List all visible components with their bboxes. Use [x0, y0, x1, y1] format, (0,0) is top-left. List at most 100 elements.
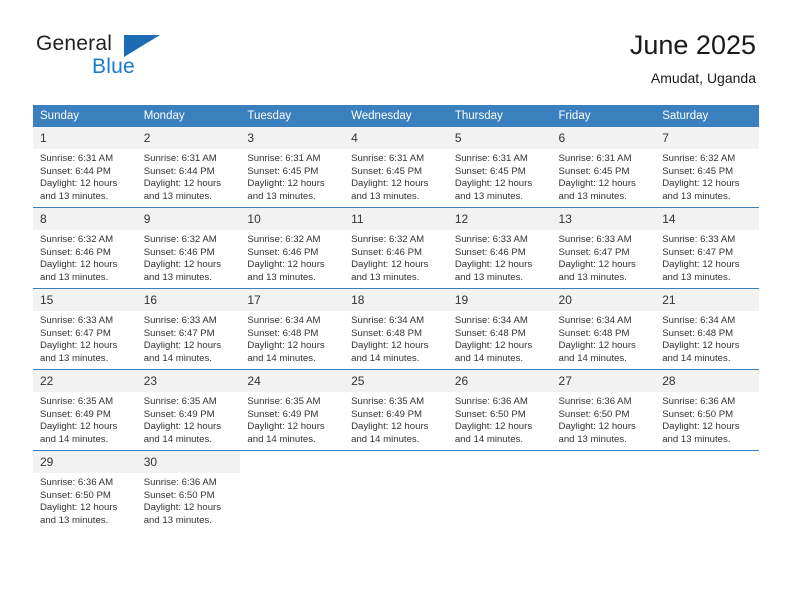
daylight-text-line2: and 13 minutes.	[662, 190, 731, 202]
day-cell[interactable]: 15 Sunrise: 6:33 AM Sunset: 6:47 PM Dayligh…	[33, 288, 137, 370]
day-cell[interactable]: 3 Sunrise: 6:31 AM Sunset: 6:45 PM Daylight…	[240, 127, 345, 208]
sunset-text: Sunset: 6:49 PM	[143, 408, 215, 420]
day-cell-empty	[655, 450, 759, 531]
day-cell[interactable]: 26 Sunrise: 6:36 AM Sunset: 6:50 PM Dayligh…	[447, 369, 552, 451]
daylight-text-line2: and 14 minutes.	[662, 352, 731, 364]
day-number: 15	[33, 289, 137, 311]
calendar-page: General Blue June 2025 Amudat, Uganda Su…	[0, 0, 792, 612]
day-number	[344, 451, 448, 473]
daylight-text-line2: and 13 minutes.	[143, 271, 212, 283]
day-cell[interactable]: 10 Sunrise: 6:32 AM Sunset: 6:46 PM Dayligh…	[240, 207, 345, 289]
day-cell[interactable]: 1 Sunrise: 6:31 AM Sunset: 6:44 PM Daylight…	[33, 127, 137, 208]
day-cell[interactable]: 30 Sunrise: 6:36 AM Sunset: 6:50 PM Dayligh…	[136, 450, 241, 531]
daylight-text-line1: Daylight: 12 hours	[558, 340, 636, 352]
day-info: Sunrise: 6:33 AM Sunset: 6:47 PM Daylight:…	[137, 311, 241, 365]
day-number	[240, 451, 344, 473]
day-number: 2	[136, 127, 241, 149]
day-number: 5	[447, 127, 552, 149]
day-number: 1	[33, 127, 137, 149]
day-number: 12	[447, 208, 552, 230]
day-cell[interactable]: 11 Sunrise: 6:32 AM Sunset: 6:46 PM Dayligh…	[344, 207, 448, 289]
sunrise-text: Sunrise: 6:32 AM	[40, 234, 114, 245]
day-info: Sunrise: 6:36 AM Sunset: 6:50 PM Daylight:…	[137, 473, 241, 527]
sunrise-text: Sunrise: 6:32 AM	[662, 153, 736, 164]
day-cell[interactable]: 19 Sunrise: 6:34 AM Sunset: 6:48 PM Dayligh…	[447, 288, 552, 370]
day-number: 20	[551, 289, 656, 311]
sunset-text: Sunset: 6:50 PM	[558, 408, 630, 420]
day-cell[interactable]: 21 Sunrise: 6:34 AM Sunset: 6:48 PM Dayligh…	[655, 288, 759, 370]
sunrise-text: Sunrise: 6:35 AM	[247, 396, 321, 407]
daylight-text-line2: and 13 minutes.	[662, 271, 731, 283]
sunset-text: Sunset: 6:46 PM	[247, 246, 319, 258]
weekday-header-thursday: Thursday	[447, 105, 552, 127]
day-cell[interactable]: 27 Sunrise: 6:36 AM Sunset: 6:50 PM Dayligh…	[551, 369, 656, 451]
day-info: Sunrise: 6:32 AM Sunset: 6:46 PM Daylight:…	[240, 230, 344, 284]
daylight-text-line2: and 13 minutes.	[454, 190, 524, 202]
daylight-text-line1: Daylight: 12 hours	[351, 259, 429, 271]
sunrise-text: Sunrise: 6:34 AM	[662, 315, 736, 326]
day-cell[interactable]: 9 Sunrise: 6:32 AM Sunset: 6:46 PM Daylight…	[136, 207, 241, 289]
calendar-body: 1 Sunrise: 6:31 AM Sunset: 6:44 PM Daylight…	[33, 127, 759, 531]
day-cell-empty	[240, 450, 345, 531]
sunrise-text: Sunrise: 6:35 AM	[40, 396, 114, 407]
day-cell[interactable]: 16 Sunrise: 6:33 AM Sunset: 6:47 PM Dayligh…	[136, 288, 241, 370]
day-cell-empty	[551, 450, 656, 531]
sunrise-text: Sunrise: 6:36 AM	[662, 396, 736, 407]
day-cell[interactable]: 12 Sunrise: 6:33 AM Sunset: 6:46 PM Dayligh…	[447, 207, 552, 289]
day-number: 3	[240, 127, 345, 149]
day-number: 27	[551, 370, 656, 392]
sunset-text: Sunset: 6:46 PM	[143, 246, 215, 258]
sunrise-text: Sunrise: 6:34 AM	[351, 315, 425, 326]
sunset-text: Sunset: 6:45 PM	[247, 165, 319, 177]
day-cell[interactable]: 23 Sunrise: 6:35 AM Sunset: 6:49 PM Dayligh…	[136, 369, 241, 451]
sunset-text: Sunset: 6:48 PM	[662, 327, 734, 339]
day-cell[interactable]: 8 Sunrise: 6:32 AM Sunset: 6:46 PM Daylight…	[33, 207, 137, 289]
day-number	[448, 451, 552, 473]
daylight-text-line2: and 13 minutes.	[40, 271, 109, 283]
daylight-text-line1: Daylight: 12 hours	[143, 421, 222, 433]
day-number: 25	[344, 370, 448, 392]
sunrise-text: Sunrise: 6:33 AM	[454, 234, 528, 245]
day-cell[interactable]: 20 Sunrise: 6:34 AM Sunset: 6:48 PM Dayligh…	[551, 288, 656, 370]
day-cell[interactable]: 7 Sunrise: 6:32 AM Sunset: 6:45 PM Daylight…	[655, 127, 759, 208]
day-info: Sunrise: 6:35 AM Sunset: 6:49 PM Daylight:…	[33, 392, 137, 446]
weekday-header-friday: Friday	[551, 105, 656, 127]
day-cell[interactable]: 13 Sunrise: 6:33 AM Sunset: 6:47 PM Dayligh…	[551, 207, 656, 289]
week-row: 1 Sunrise: 6:31 AM Sunset: 6:44 PM Daylight…	[33, 127, 759, 208]
daylight-text-line2: and 13 minutes.	[558, 190, 627, 202]
generalblue-logo[interactable]: General Blue	[36, 32, 166, 84]
daylight-text-line2: and 13 minutes.	[351, 190, 420, 202]
day-cell[interactable]: 25 Sunrise: 6:35 AM Sunset: 6:49 PM Dayligh…	[344, 369, 448, 451]
day-cell[interactable]: 24 Sunrise: 6:35 AM Sunset: 6:49 PM Dayligh…	[240, 369, 345, 451]
day-info: Sunrise: 6:36 AM Sunset: 6:50 PM Daylight:…	[552, 392, 656, 446]
day-number: 6	[551, 127, 656, 149]
day-number: 21	[655, 289, 759, 311]
day-cell[interactable]: 18 Sunrise: 6:34 AM Sunset: 6:48 PM Dayligh…	[344, 288, 448, 370]
daylight-text-line2: and 13 minutes.	[247, 190, 316, 202]
day-info: Sunrise: 6:35 AM Sunset: 6:49 PM Daylight:…	[240, 392, 344, 446]
sunset-text: Sunset: 6:50 PM	[662, 408, 734, 420]
day-cell[interactable]: 4 Sunrise: 6:31 AM Sunset: 6:45 PM Daylight…	[344, 127, 448, 208]
daylight-text-line1: Daylight: 12 hours	[40, 502, 118, 514]
daylight-text-line1: Daylight: 12 hours	[143, 340, 222, 352]
day-info: Sunrise: 6:31 AM Sunset: 6:45 PM Daylight:…	[344, 149, 448, 203]
daylight-text-line2: and 13 minutes.	[558, 433, 627, 445]
day-info: Sunrise: 6:35 AM Sunset: 6:49 PM Daylight:…	[344, 392, 448, 446]
day-cell[interactable]: 28 Sunrise: 6:36 AM Sunset: 6:50 PM Dayligh…	[655, 369, 759, 451]
daylight-text-line2: and 13 minutes.	[40, 352, 109, 364]
day-cell[interactable]: 2 Sunrise: 6:31 AM Sunset: 6:44 PM Daylight…	[136, 127, 241, 208]
day-number	[655, 451, 759, 473]
weekday-header-monday: Monday	[136, 105, 241, 127]
day-cell[interactable]: 17 Sunrise: 6:34 AM Sunset: 6:48 PM Dayligh…	[240, 288, 345, 370]
daylight-text-line2: and 13 minutes.	[454, 271, 524, 283]
sunset-text: Sunset: 6:49 PM	[40, 408, 111, 420]
day-number: 10	[240, 208, 345, 230]
day-cell[interactable]: 6 Sunrise: 6:31 AM Sunset: 6:45 PM Daylight…	[551, 127, 656, 208]
day-cell[interactable]: 14 Sunrise: 6:33 AM Sunset: 6:47 PM Dayligh…	[655, 207, 759, 289]
day-cell[interactable]: 22 Sunrise: 6:35 AM Sunset: 6:49 PM Dayligh…	[33, 369, 137, 451]
day-number: 23	[136, 370, 241, 392]
day-cell[interactable]: 29 Sunrise: 6:36 AM Sunset: 6:50 PM Dayligh…	[33, 450, 137, 531]
day-cell[interactable]: 5 Sunrise: 6:31 AM Sunset: 6:45 PM Daylight…	[447, 127, 552, 208]
day-number: 19	[447, 289, 552, 311]
day-info: Sunrise: 6:33 AM Sunset: 6:47 PM Daylight:…	[33, 311, 137, 365]
